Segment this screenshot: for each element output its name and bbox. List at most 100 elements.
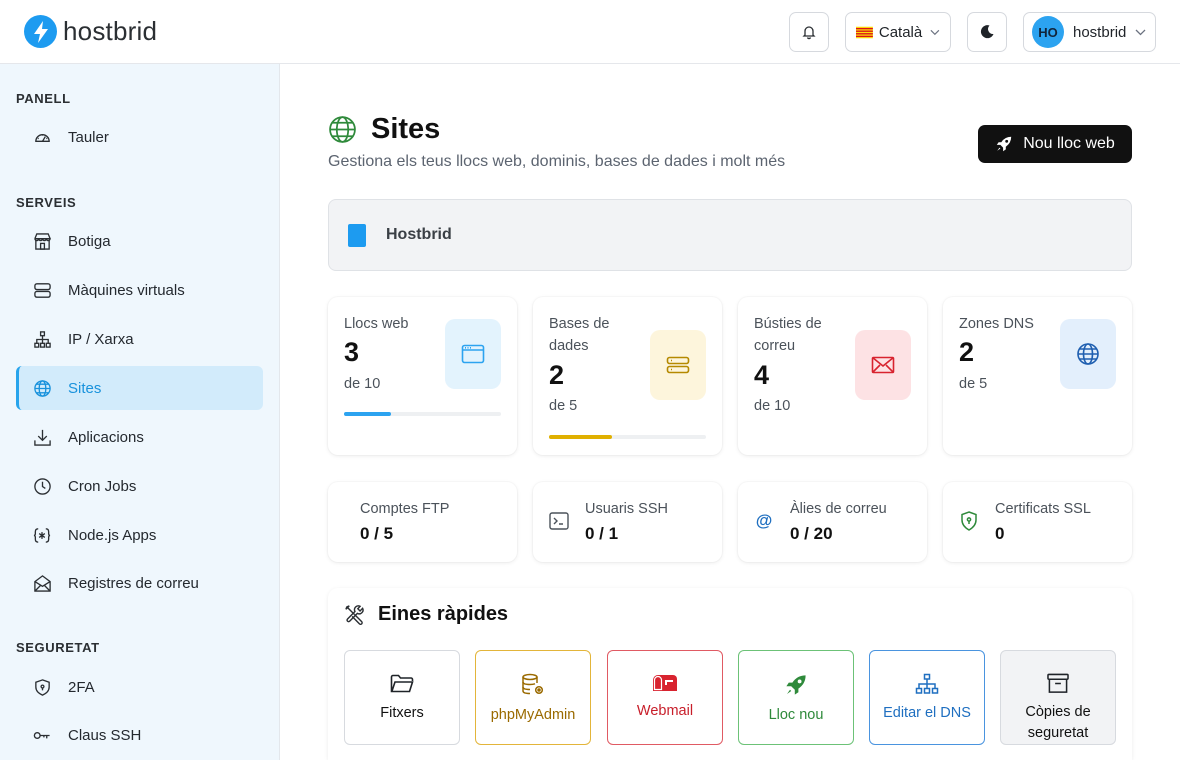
sidebar-item-label: Claus SSH: [68, 726, 142, 744]
download-icon: [32, 427, 52, 447]
sidebar-item-cron-jobs[interactable]: Cron Jobs: [16, 464, 263, 508]
sidebar-item-claus-ssh[interactable]: Claus SSH: [16, 713, 263, 757]
database-settings-icon: [522, 673, 544, 695]
sidebar-item-tauler[interactable]: Tauler: [16, 115, 263, 159]
tool-webmail-button[interactable]: Webmail: [607, 650, 723, 745]
sidebar-item-nodejs-apps[interactable]: Node.js Apps: [16, 513, 263, 557]
stat-value: 2: [549, 360, 565, 390]
stat-card-websites[interactable]: Llocs web 3 de 10: [328, 297, 517, 455]
stat-limit: de 10: [344, 376, 381, 392]
new-site-button[interactable]: Nou lloc web: [978, 125, 1132, 163]
sidebar-item-label: Botiga: [68, 232, 111, 250]
mini-card-ftp-accounts[interactable]: Comptes FTP 0 / 5: [328, 482, 517, 562]
tool-phpmyadmin-button[interactable]: phpMyAdmin: [475, 650, 591, 745]
organization-banner: Hostbrid: [328, 199, 1132, 271]
tool-files-button[interactable]: Fitxers: [344, 650, 460, 745]
moon-icon: [980, 25, 994, 39]
bell-icon: [802, 26, 816, 40]
mini-card-ssh-users[interactable]: Usuaris SSH 0 / 1: [533, 482, 722, 562]
new-site-button-label: Nou lloc web: [1023, 135, 1115, 152]
stat-label: Llocs web: [344, 316, 409, 332]
stat-card-mailboxes[interactable]: Bústies de correu 4 de 10: [738, 297, 927, 455]
tool-label: Webmail: [636, 703, 694, 719]
chevron-down-icon: [1135, 29, 1146, 35]
mini-stat-label: Certificats SSL: [995, 501, 1091, 517]
mini-card-ssl-certificates[interactable]: Certificats SSL 0: [943, 482, 1132, 562]
language-selector[interactable]: Català: [845, 12, 951, 52]
sidebar-item-registres-de-correu[interactable]: Registres de correu: [16, 561, 263, 605]
usage-bar: [344, 412, 501, 416]
network-icon: [915, 673, 939, 694]
tool-backups-button[interactable]: Còpies de seguretat: [1000, 650, 1116, 745]
store-icon: [32, 231, 52, 251]
tool-label: phpMyAdmin: [490, 707, 576, 723]
sidebar-item-label: Registres de correu: [68, 574, 199, 592]
stat-value: 4: [754, 360, 770, 390]
archive-box-icon: [1047, 673, 1069, 693]
sidebar: PANELL Tauler SERVEIS Botiga Màquines vi…: [0, 64, 280, 760]
stat-label: Zones DNS: [959, 316, 1034, 332]
brand-logo[interactable]: hostbrid: [24, 15, 157, 48]
usage-bar-fill: [549, 435, 612, 439]
mini-stat-label: Àlies de correu: [790, 501, 887, 517]
language-label: Català: [878, 23, 923, 41]
stat-limit: de 5: [959, 376, 988, 392]
sidebar-item-label: IP / Xarxa: [68, 330, 134, 348]
mini-stat-value: 0 / 1: [585, 524, 619, 543]
stat-label: Bases de dades: [549, 316, 610, 354]
tool-edit-dns-button[interactable]: Editar el DNS: [869, 650, 985, 745]
user-menu-button[interactable]: HO hostbrid: [1023, 12, 1156, 52]
section-title-seguretat: SEGURETAT: [16, 640, 100, 655]
notifications-button[interactable]: [789, 12, 829, 52]
sidebar-item-label: Sites: [68, 379, 102, 397]
organization-mark-icon: [348, 223, 366, 247]
mini-stat-label: Usuaris SSH: [585, 501, 668, 517]
sidebar-item-label: Aplicacions: [68, 428, 144, 446]
section-title-serveis: SERVEIS: [16, 195, 77, 210]
globe-icon: [32, 378, 52, 398]
stat-limit: de 10: [754, 398, 791, 414]
page-title: Sites: [371, 113, 441, 145]
stat-value: 3: [344, 337, 360, 367]
tool-label: Editar el DNS: [883, 705, 971, 721]
mail-open-icon: [32, 573, 52, 593]
mini-card-mail-aliases[interactable]: @ Àlies de correu 0 / 20: [738, 482, 927, 562]
tool-label: Còpies de seguretat: [1025, 704, 1091, 741]
shield-icon: [32, 677, 52, 697]
sidebar-item-aplicacions[interactable]: Aplicacions: [16, 415, 263, 459]
globe-icon: [1060, 319, 1116, 389]
sidebar-item-botiga[interactable]: Botiga: [16, 219, 263, 263]
database-icon: [650, 330, 706, 400]
shield-lock-icon: [959, 511, 979, 531]
sidebar-item-maquines-virtuals[interactable]: Màquines virtuals: [16, 268, 263, 312]
sidebar-item-2fa[interactable]: 2FA: [16, 665, 263, 709]
envelope-icon: [855, 330, 911, 400]
stat-label: Bústies de correu: [754, 316, 822, 354]
lightning-bolt-icon: [24, 15, 57, 48]
mini-stat-value: 0: [995, 524, 1005, 543]
globe-icon: [329, 116, 356, 143]
tool-new-site-button[interactable]: Lloc nou: [738, 650, 854, 745]
chevron-down-icon: [930, 29, 940, 35]
quick-tools-title: Eines ràpides: [378, 603, 509, 625]
at-sign-icon: @: [755, 511, 773, 530]
mini-stat-value: 0 / 5: [360, 524, 394, 543]
mini-stat-label: Comptes FTP: [360, 501, 450, 517]
user-name: hostbrid: [1073, 23, 1127, 41]
theme-toggle-button[interactable]: [967, 12, 1007, 52]
server-icon: [32, 280, 52, 300]
section-title-panell: PANELL: [16, 91, 71, 106]
stat-card-databases[interactable]: Bases de dades 2 de 5: [533, 297, 722, 455]
clock-icon: [32, 476, 52, 496]
sidebar-item-sites[interactable]: Sites: [16, 366, 263, 410]
network-icon: [32, 329, 52, 349]
page-heading: Sites: [328, 113, 440, 146]
tool-label: Lloc nou: [768, 707, 824, 723]
sidebar-item-label: Cron Jobs: [68, 477, 137, 495]
brand-name: hostbrid: [63, 16, 158, 46]
sidebar-item-ip-xarxa[interactable]: IP / Xarxa: [16, 317, 263, 361]
stat-card-dns-zones[interactable]: Zones DNS 2 de 5: [943, 297, 1132, 455]
mini-stat-value: 0 / 20: [790, 524, 833, 543]
dashboard-gauge-icon: [32, 127, 52, 147]
catalan-flag-icon: [856, 26, 873, 38]
